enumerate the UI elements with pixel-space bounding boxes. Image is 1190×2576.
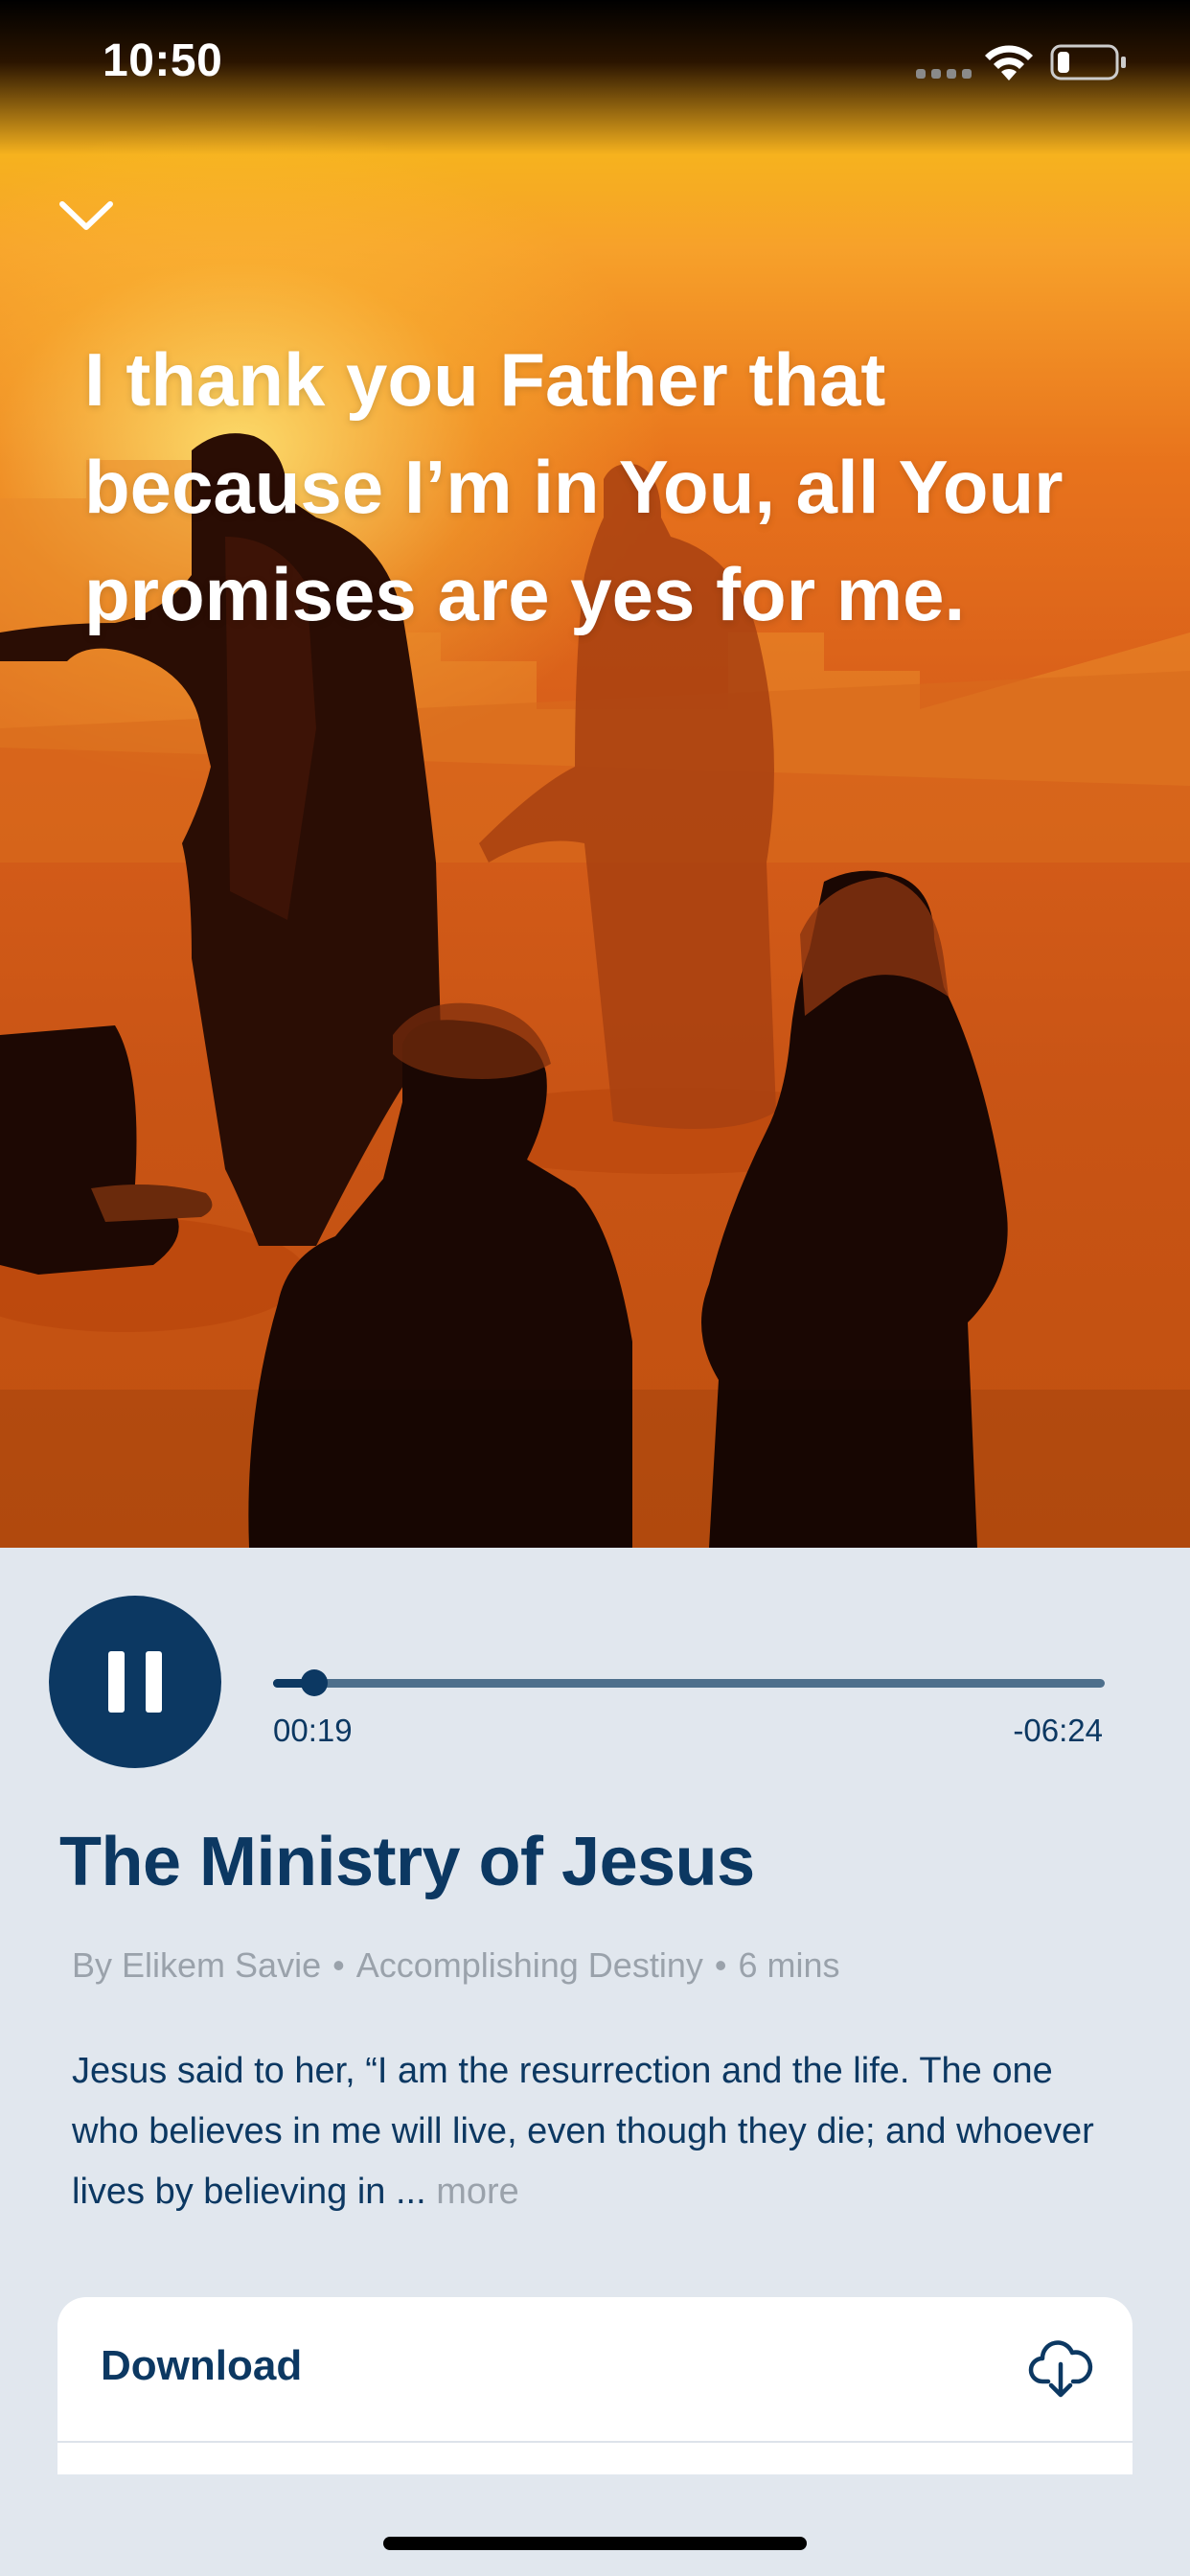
meta-separator: •: [332, 1945, 345, 1985]
progress-scrubber[interactable]: [301, 1669, 329, 1696]
description-text: Jesus said to her, “I am the resurrectio…: [72, 2051, 1094, 2212]
signal-icon: [916, 69, 972, 79]
collapse-button[interactable]: [57, 196, 115, 244]
episode-author: By Elikem Savie: [72, 1945, 322, 1985]
cloud-download-icon: [1028, 2340, 1093, 2398]
episode-duration: 6 mins: [738, 1945, 840, 1985]
progress-track[interactable]: [273, 1669, 1105, 1696]
episode-series: Accomplishing Destiny: [355, 1945, 703, 1985]
episode-title: The Ministry of Jesus: [59, 1824, 755, 1900]
home-indicator[interactable]: [383, 2537, 807, 2550]
actions-card: Download: [57, 2297, 1133, 2474]
status-time: 10:50: [103, 35, 223, 86]
remaining-time: -06:24: [1013, 1713, 1103, 1748]
download-label: Download: [101, 2342, 303, 2389]
hero-quote: I thank you Father that because I’m in Y…: [84, 337, 1064, 636]
episode-meta: By Elikem Savie • Accomplishing Destiny • 6 …: [72, 1945, 840, 1986]
silhouette-illustration: [0, 433, 1190, 1548]
episode-description: Jesus said to her, “I am the resurrectio…: [72, 2041, 1126, 2222]
battery-icon: [1050, 44, 1126, 80]
more-link[interactable]: more: [436, 2172, 519, 2212]
status-bar: 10:50: [0, 0, 1190, 125]
meta-separator: •: [714, 1945, 727, 1985]
hero-artwork: [0, 0, 1190, 1548]
wifi-icon: [985, 45, 1033, 80]
elapsed-time: 00:19: [273, 1713, 353, 1748]
chevron-down-icon: [59, 201, 113, 230]
download-row[interactable]: Download: [57, 2297, 1133, 2443]
pause-button[interactable]: [49, 1596, 221, 1768]
